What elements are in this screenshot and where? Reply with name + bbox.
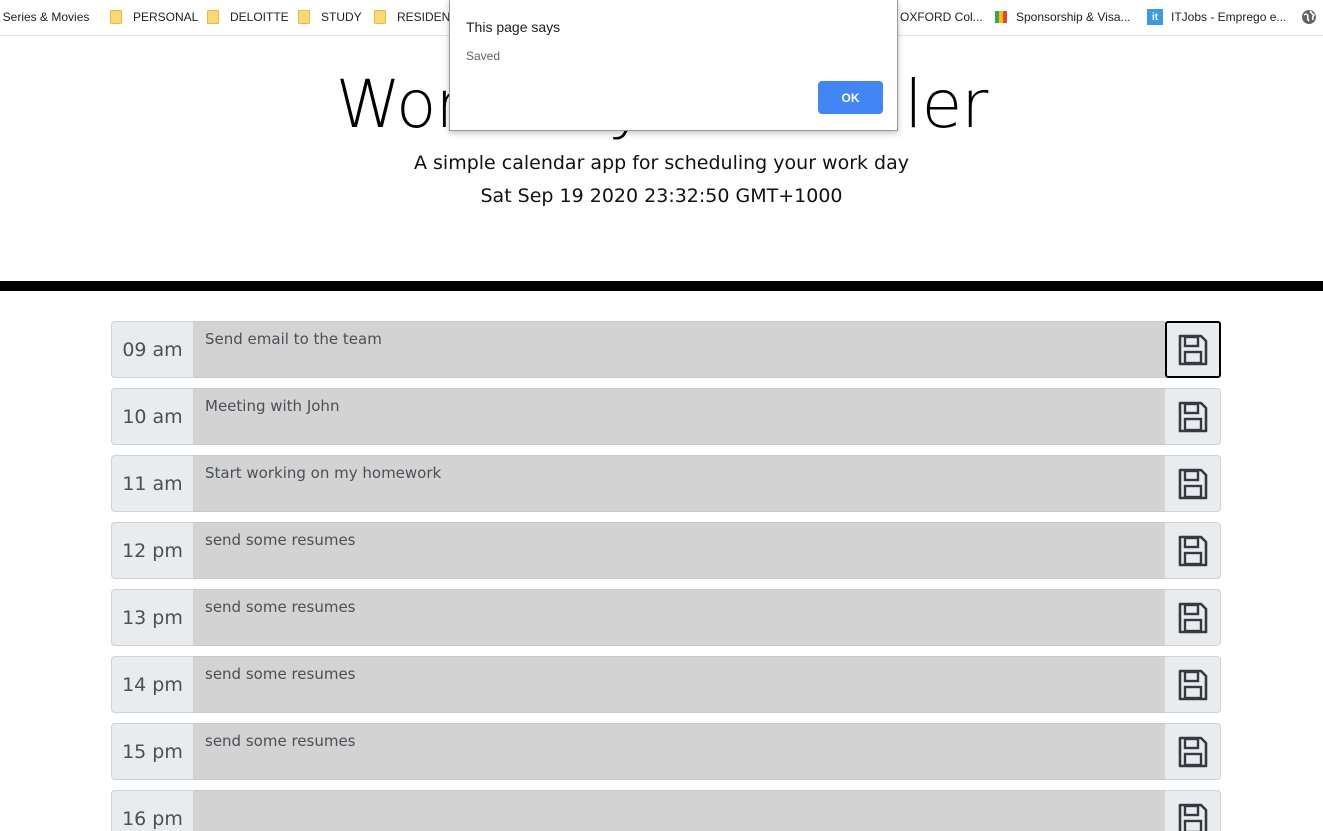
save-button[interactable] — [1165, 522, 1221, 579]
time-block: 15 pm send some resumes — [111, 723, 1221, 780]
time-block: 14 pm send some resumes — [111, 656, 1221, 713]
dialog-message: Saved — [466, 49, 501, 63]
folder-icon — [110, 10, 122, 24]
hour-label: 12 pm — [111, 522, 193, 579]
save-button[interactable] — [1165, 790, 1221, 831]
hour-label: 10 am — [111, 388, 193, 445]
save-icon — [1178, 602, 1207, 633]
header-divider — [0, 281, 1323, 291]
bookmark-label: ITJobs - Emprego e... — [1171, 10, 1287, 24]
hour-label: 13 pm — [111, 589, 193, 646]
save-button[interactable] — [1165, 589, 1221, 646]
save-icon — [1178, 736, 1207, 767]
description-textarea[interactable]: Send email to the team — [193, 321, 1165, 378]
hour-label: 11 am — [111, 455, 193, 512]
current-day: Sat Sep 19 2020 23:32:50 GMT+1000 — [480, 185, 843, 207]
description-textarea[interactable]: Start working on my homework — [193, 455, 1165, 512]
save-icon — [1178, 401, 1207, 432]
save-icon — [1178, 468, 1207, 499]
bookmark-oxford[interactable]: OXFORD Col... — [900, 9, 983, 25]
save-button[interactable] — [1165, 455, 1221, 512]
bookmark-deloitte[interactable]: DELOITTE — [207, 9, 289, 25]
globe-icon[interactable] — [1301, 9, 1317, 25]
bookmark-label: DELOITTE — [230, 10, 289, 24]
bookmark-personal[interactable]: PERSONAL — [110, 9, 198, 25]
time-block: 13 pm send some resumes — [111, 589, 1221, 646]
save-icon — [1178, 334, 1208, 365]
time-block: 11 am Start working on my homework — [111, 455, 1221, 512]
time-block: 12 pm send some resumes — [111, 522, 1221, 579]
bookmark-residence[interactable]: RESIDENC — [374, 9, 459, 25]
bookmark-study[interactable]: STUDY — [298, 9, 362, 25]
time-block: 10 am Meeting with John — [111, 388, 1221, 445]
bookmark-sponsorship[interactable]: Sponsorship & Visa... — [995, 9, 1131, 25]
bookmark-label: STUDY — [321, 10, 362, 24]
save-icon — [1178, 535, 1207, 566]
save-button[interactable] — [1165, 723, 1221, 780]
description-textarea[interactable] — [193, 790, 1165, 831]
description-textarea[interactable]: send some resumes — [193, 656, 1165, 713]
time-block: 09 am Send email to the team — [111, 321, 1221, 378]
alert-dialog: This page says Saved OK — [449, 0, 898, 131]
time-block: 16 pm — [111, 790, 1221, 831]
hour-label: 15 pm — [111, 723, 193, 780]
dialog-title: This page says — [466, 19, 561, 35]
bookmark-label: OXFORD Col... — [900, 10, 983, 24]
save-icon — [1178, 803, 1207, 831]
save-button[interactable] — [1165, 321, 1221, 378]
itjobs-favicon-icon: it — [1147, 9, 1163, 25]
folder-icon — [374, 10, 386, 24]
hour-label: 14 pm — [111, 656, 193, 713]
bookmark-label: / Series & Movies — [0, 10, 90, 24]
bookmark-label: Sponsorship & Visa... — [1016, 10, 1131, 24]
bookmark-label: PERSONAL — [133, 10, 199, 24]
sponsorship-favicon-icon — [995, 11, 1007, 23]
bookmark-itjobs[interactable]: it ITJobs - Emprego e... — [1147, 9, 1286, 25]
folder-icon — [207, 10, 219, 24]
description-textarea[interactable]: send some resumes — [193, 723, 1165, 780]
folder-icon — [298, 10, 310, 24]
ok-button[interactable]: OK — [818, 81, 883, 114]
description-textarea[interactable]: Meeting with John — [193, 388, 1165, 445]
hour-label: 16 pm — [111, 790, 193, 831]
hour-label: 09 am — [111, 321, 193, 378]
description-textarea[interactable]: send some resumes — [193, 589, 1165, 646]
save-icon — [1178, 669, 1207, 700]
save-button[interactable] — [1165, 656, 1221, 713]
save-button[interactable] — [1165, 388, 1221, 445]
description-textarea[interactable]: send some resumes — [193, 522, 1165, 579]
bookmark-series-movies[interactable]: / Series & Movies — [0, 9, 89, 25]
page-subtitle: A simple calendar app for scheduling you… — [413, 152, 910, 174]
